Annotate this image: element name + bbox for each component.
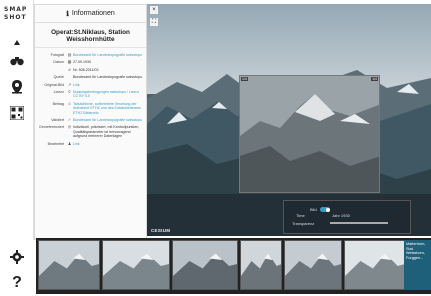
qr-code-icon[interactable] (7, 104, 27, 122)
cesium-attribution[interactable]: CESIUM (151, 228, 170, 233)
info-row-label: Lizenz (53, 90, 64, 95)
info-row-link[interactable]: Nutzungsbedingungen swisstopo / Lizenz C… (73, 90, 143, 99)
info-rows: Fotograf ▤ Bundesamt für Landestopografie … (35, 48, 146, 151)
info-row: Quelle Bundesamt für Landestopografie swi… (38, 75, 143, 79)
thumbnail-info-line: Furggen... (406, 255, 424, 260)
info-row-label: Georeferenziert (39, 125, 64, 130)
photo-thumbnail[interactable] (284, 240, 342, 290)
info-row: Validiert ✓ Bundesamt für Landestopografie… (38, 117, 143, 123)
thumbnail-info-line: Matterhorn, Stat. (406, 242, 426, 251)
thumbnail-strip: Matterhorn, Stat. Weisshorn, Furggen... (36, 238, 431, 294)
selected-thumbnail-info: Matterhorn, Stat. Weisshorn, Furggen... (404, 240, 431, 290)
transparency-slider[interactable] (330, 222, 388, 224)
info-row-label: Fotograf (50, 53, 64, 57)
info-row: Bearbeitet ♟ Link (38, 140, 143, 146)
info-row-label: Original-Bild (44, 82, 64, 87)
info-row-link[interactable]: Bundesamt für Landestopografie swisstopo (73, 53, 143, 57)
info-row-label: Bearbeitet (47, 141, 64, 146)
smapshot-logo[interactable]: SMAP SHOT (4, 6, 34, 22)
info-row-link[interactable]: Tatsächliche, aufbereitete Verortung der… (73, 102, 143, 115)
external-link-icon: ↗ (67, 81, 72, 87)
info-row-value: Nr. 508-2011/03 (73, 67, 99, 72)
close-icon[interactable]: × (150, 6, 158, 14)
info-row-label: Datum (53, 60, 64, 65)
info-row: Georeferenziert ◎ Individuell, präzisiert,… (38, 124, 143, 139)
check-icon: ✓ (67, 117, 72, 123)
help-icon[interactable]: ? (7, 274, 27, 292)
panel-header-label: Informationen (71, 10, 115, 17)
image-toggle[interactable] (320, 207, 330, 212)
info-row: Original-Bild ↗ Link (38, 81, 143, 87)
bottom-left-tools: ? (0, 240, 34, 296)
calendar-icon: ▦ (67, 59, 72, 65)
historic-photo-overlay[interactable]: 1/4 1/4 (239, 75, 380, 193)
photo-title: Operat:St.Niklaus, Station Weisshornhütt… (35, 23, 146, 48)
binoculars-icon[interactable] (7, 52, 27, 70)
info-row: Beitrag ☺ Tatsächliche, aufbereitete Veror… (38, 100, 143, 115)
globe-icon: ◎ (67, 124, 72, 130)
photo-thumbnail[interactable] (240, 240, 282, 290)
photo-thumbnail[interactable] (38, 240, 100, 290)
photo-thumbnail[interactable] (102, 240, 170, 290)
info-row-link[interactable]: Link (73, 142, 143, 146)
time-label: Time (296, 213, 305, 218)
map-view[interactable]: × ⛶ 1/4 1/4 Bild Time Jahr 1930 Transpar… (147, 4, 431, 236)
info-row: Datum ▦ 27.09.1930 (38, 59, 143, 65)
map-marker-icon[interactable] (7, 78, 27, 96)
info-row-label: Quelle (53, 75, 64, 80)
info-panel: ℹ Informationen Operat:St.Niklaus, Stati… (34, 4, 147, 240)
collapse-arrow-icon[interactable] (7, 34, 27, 52)
fullscreen-icon[interactable]: ⛶ (150, 18, 158, 26)
transparency-label: Transparenz (292, 221, 315, 226)
panel-header: ℹ Informationen (35, 5, 146, 23)
info-icon: ℹ (66, 10, 69, 18)
info-row: Lizenz © Nutzungsbedingungen swisstopo / L… (38, 89, 143, 99)
photo-tag-left: 1/4 (241, 77, 248, 81)
person-icon: ♟ (67, 140, 72, 146)
info-row-link[interactable]: Link (73, 83, 143, 87)
photo-thumbnail[interactable] (172, 240, 238, 290)
info-row-value: 27.09.1930 (73, 60, 91, 65)
overlay-controls: Bild Time Jahr 1930 Transparenz (283, 200, 411, 234)
info-row-value: Bundesamt für Landestopografie swisstopo (73, 75, 142, 80)
photo-thumbnail[interactable] (344, 240, 406, 290)
info-row: # Nr. 508-2011/03 (38, 66, 143, 72)
historic-photo (240, 76, 379, 192)
info-row-link[interactable]: Bundesamt für Landestopografie swisstopo (73, 118, 143, 122)
id-icon: # (68, 66, 71, 72)
user-icon: ☺ (67, 100, 72, 106)
map-toolbar: × ⛶ (150, 6, 158, 26)
book-icon: ▤ (67, 52, 72, 57)
info-row: Fotograf ▤ Bundesamt für Landestopografie … (38, 52, 143, 57)
info-row-label: Beitrag (52, 101, 64, 106)
info-row-value: Individuell, präzisiert, mit Kontrollpun… (73, 125, 140, 139)
cc-icon: © (68, 89, 71, 95)
date-value: Jahr 1930 (332, 213, 350, 218)
gear-icon[interactable] (7, 248, 27, 266)
info-row-label: Validiert (51, 118, 64, 123)
image-toggle-label: Bild (310, 207, 317, 212)
photo-tag-right: 1/4 (371, 77, 378, 81)
